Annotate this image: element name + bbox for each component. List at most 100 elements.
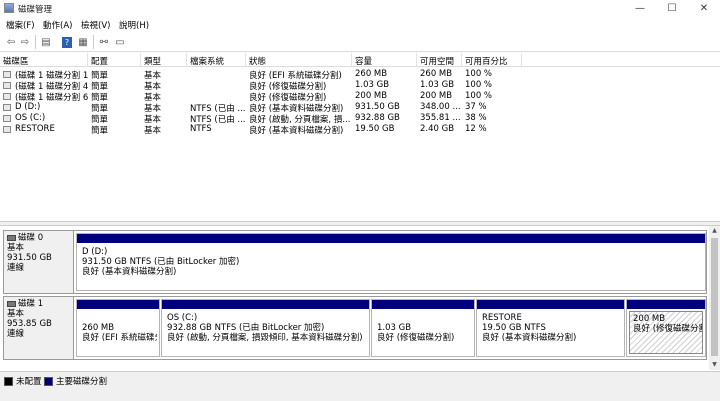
partition-name: ​	[377, 313, 469, 323]
partition-details: D (D:) 931.50 GB NTFS (已由 BitLocker 加密) …	[79, 245, 703, 288]
console-button[interactable]: ▤	[39, 35, 53, 49]
cell-capacity: 200 MB	[355, 91, 388, 101]
toolbar: ⇦ ⇨ ▤ ? ▦ ⚯ ▭	[0, 32, 720, 52]
help-button[interactable]: ?	[60, 35, 74, 49]
cell-filesystem	[187, 91, 246, 102]
menu-view[interactable]: 檢視(V)	[81, 19, 110, 31]
cell-free-space: 1.03 GB	[420, 80, 455, 90]
partition-recovery-2[interactable]: 200 MB 良好 (修復磁碟分割)	[626, 299, 706, 357]
cell-free-percent: 12 %	[465, 124, 487, 134]
cell-free-percent: 100 %	[465, 69, 493, 79]
cell-type: 基本	[144, 82, 162, 91]
disk-management-app-icon	[4, 3, 14, 13]
partition-name: RESTORE	[482, 313, 522, 323]
partition-recovery-1[interactable]: ​ 1.03 GB 良好 (修復磁碟分割)	[371, 299, 475, 357]
scroll-down-icon[interactable]: ▼	[709, 360, 720, 370]
cell-free-percent: 100 %	[465, 91, 493, 101]
disk-type: 基本	[7, 243, 25, 253]
minimize-icon: —	[635, 2, 645, 14]
cell-type: 基本	[144, 115, 162, 124]
column-header-free-space[interactable]: 可用空間	[417, 53, 462, 67]
menu-action[interactable]: 動作(A)	[43, 19, 72, 31]
partition-status: 良好 (修復磁碟分割)	[633, 324, 703, 334]
disk-1-label[interactable]: 磁碟 1 基本 953.85 GB 連線	[4, 297, 74, 359]
cell-volume: D (D:)	[15, 102, 41, 112]
partition-efi[interactable]: ​ 260 MB 良好 (EFI 系統磁碟分割)	[76, 299, 160, 357]
maximize-button[interactable]: ☐	[656, 0, 688, 16]
column-header-layout[interactable]: 配置	[88, 53, 141, 67]
back-button[interactable]: ⇦	[4, 35, 18, 49]
partition-status: 良好 (啟動, 分頁檔案, 損毀傾印, 基本資料磁碟分割)	[167, 333, 363, 343]
column-header-volume[interactable]: 磁碟區	[0, 53, 88, 67]
partition-type-bar	[477, 300, 624, 309]
volume-icon	[3, 82, 11, 89]
disk-status: 連線	[7, 329, 25, 339]
scroll-thumb[interactable]	[711, 238, 718, 356]
cell-status: 良好 (基本資料磁碟分割)	[249, 126, 344, 135]
legend-swatch	[44, 376, 53, 386]
maximize-icon: ☐	[667, 2, 677, 14]
cell-free-space: 348.00 ...	[420, 102, 461, 112]
cell-volume: (磁碟 1 磁碟分割 6)	[15, 93, 88, 102]
cell-status: 良好 (EFI 系統磁碟分割)	[249, 71, 342, 80]
window-title: 磁碟管理	[18, 5, 53, 15]
minimize-button[interactable]: —	[624, 0, 656, 16]
close-icon: ✕	[699, 2, 709, 14]
cell-layout: 簡單	[91, 71, 109, 80]
cell-free-space: 260 MB	[420, 69, 453, 79]
partition-type-bar	[627, 300, 705, 309]
disk-status: 連線	[7, 263, 25, 273]
legend-swatch	[4, 376, 13, 386]
partition-size: 1.03 GB	[377, 323, 412, 333]
disk-0-row[interactable]: 磁碟 0 基本 931.50 GB 連線 D (D:) 931.50 GB NT…	[3, 230, 707, 294]
forward-button[interactable]: ⇨	[18, 35, 32, 49]
table-row[interactable]: (磁碟 1 磁碟分割 6) 簡單 基本 良好 (修復磁碟分割) 200 MB 200 MB…	[0, 91, 720, 102]
table-row[interactable]: D (D:) 簡單 基本 NTFS (已由 ... 良好 (基本資料磁碟分割) 931.5…	[0, 102, 720, 113]
table-row[interactable]: OS (C:) 簡單 基本 NTFS (已由 ... 良好 (啟動, 分頁檔案, 損..…	[0, 113, 720, 124]
partition-restore[interactable]: RESTORE 19.50 GB NTFS 良好 (基本資料磁碟分割)	[476, 299, 625, 357]
partition-size: 932.88 GB NTFS (已由 BitLocker 加密)	[167, 323, 325, 333]
disk-1-row[interactable]: 磁碟 1 基本 953.85 GB 連線 ​ 260 MB 良好 (EFI 系統…	[3, 296, 707, 360]
volume-icon	[3, 126, 11, 133]
cell-capacity: 260 MB	[355, 69, 388, 79]
partition-type-bar	[77, 234, 705, 243]
cell-filesystem	[187, 80, 246, 91]
table-row[interactable]: RESTORE 簡單 基本 NTFS 良好 (基本資料磁碟分割) 19.50 GB 2.40…	[0, 124, 720, 135]
column-header-status[interactable]: 狀態	[246, 53, 352, 67]
toolbar-separator	[93, 35, 94, 49]
column-header-type[interactable]: 類型	[141, 53, 187, 67]
partition-name: OS (C:)	[167, 313, 198, 323]
column-header-filesystem[interactable]: 檔案系統	[187, 53, 246, 67]
menu-help[interactable]: 說明(H)	[119, 19, 149, 31]
volume-icon	[3, 93, 11, 100]
partition-os-c[interactable]: OS (C:) 932.88 GB NTFS (已由 BitLocker 加密)…	[161, 299, 370, 357]
close-button[interactable]: ✕	[688, 0, 720, 16]
cell-free-space: 2.40 GB	[420, 124, 455, 134]
disk-pane-scrollbar[interactable]: ▲ ▼	[709, 226, 720, 370]
properties-button[interactable]: ▦	[76, 35, 90, 49]
cell-volume: OS (C:)	[15, 113, 46, 123]
cell-status: 良好 (修復磁碟分割)	[249, 93, 327, 102]
table-row[interactable]: (磁碟 1 磁碟分割 1) 簡單 基本 良好 (EFI 系統磁碟分割) 260 MB 26…	[0, 69, 720, 80]
partition-type-bar	[77, 300, 159, 309]
view-icon: ▭	[115, 36, 125, 48]
scroll-up-icon[interactable]: ▲	[709, 226, 720, 236]
column-header-free-percent[interactable]: 可用百分比	[462, 53, 522, 67]
cell-capacity: 932.88 GB	[355, 113, 400, 123]
disk-icon	[7, 301, 16, 307]
partition-status: 良好 (基本資料磁碟分割)	[482, 333, 577, 343]
connect-button[interactable]: ⚯	[97, 35, 111, 49]
console-icon: ▤	[41, 36, 51, 48]
view-button[interactable]: ▭	[113, 35, 127, 49]
cell-type: 基本	[144, 126, 162, 135]
cell-type: 基本	[144, 104, 162, 113]
partition-size: 19.50 GB NTFS	[482, 323, 546, 333]
partition-d[interactable]: D (D:) 931.50 GB NTFS (已由 BitLocker 加密) …	[76, 233, 706, 291]
disk-0-label[interactable]: 磁碟 0 基本 931.50 GB 連線	[4, 231, 74, 293]
cell-free-percent: 100 %	[465, 80, 493, 90]
table-row[interactable]: (磁碟 1 磁碟分割 4) 簡單 基本 良好 (修復磁碟分割) 1.03 GB 1.03 …	[0, 80, 720, 91]
cell-capacity: 931.50 GB	[355, 102, 400, 112]
partition-details-selected: 200 MB 良好 (修復磁碟分割)	[629, 311, 703, 354]
menu-file[interactable]: 檔案(F)	[6, 19, 35, 31]
column-header-capacity[interactable]: 容量	[352, 53, 417, 67]
